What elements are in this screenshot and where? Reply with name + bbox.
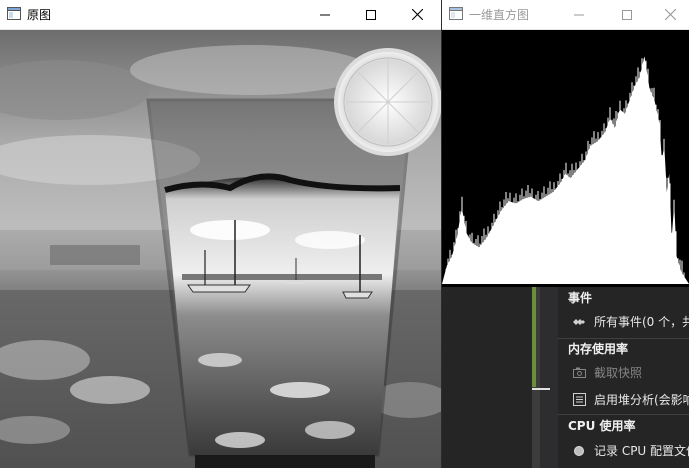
- cpu-header: CPU 使用率: [568, 419, 636, 433]
- maximize-button[interactable]: [607, 0, 647, 29]
- events-header: 事件: [568, 291, 593, 305]
- histogram-plot: [442, 30, 689, 287]
- maximize-icon: [622, 9, 632, 20]
- minimize-icon: [574, 14, 584, 15]
- all-events-item[interactable]: 所有事件(0 个，共: [572, 313, 689, 330]
- divider: [558, 338, 689, 339]
- timeline-marker[interactable]: [532, 388, 550, 390]
- close-button[interactable]: [652, 0, 689, 29]
- events-icon: [572, 315, 586, 329]
- diagnostics-panel: 事件 所有事件(0 个，共 内存使用率 截取快照 启用堆分析(会影响 CPU 使…: [442, 287, 689, 468]
- close-icon: [411, 9, 423, 20]
- maximize-button[interactable]: [348, 0, 394, 29]
- divider: [558, 414, 689, 415]
- title-bar[interactable]: 一维直方图: [442, 0, 689, 30]
- camera-icon: [572, 366, 586, 380]
- all-events-label: 所有事件(0 个，共: [594, 315, 689, 329]
- original-image-window: 原图: [0, 0, 441, 468]
- heap-analysis-label: 启用堆分析(会影响: [594, 393, 689, 407]
- heap-profiling-toggle[interactable]: 启用堆分析(会影响: [572, 391, 689, 408]
- take-snapshot-button[interactable]: 截取快照: [572, 364, 642, 381]
- minimize-button[interactable]: [302, 0, 348, 29]
- timeline-strip[interactable]: [532, 287, 550, 468]
- record-icon: [572, 444, 586, 458]
- snapshot-label: 截取快照: [594, 366, 643, 380]
- window-title: 一维直方图: [469, 8, 530, 22]
- app-window-icon: [7, 7, 21, 20]
- minimize-button[interactable]: [559, 0, 599, 29]
- record-cpu-label: 记录 CPU 配置文件: [594, 444, 689, 458]
- heap-icon: [572, 393, 586, 407]
- maximize-icon: [366, 9, 376, 20]
- app-window-icon: [449, 7, 463, 20]
- original-photo: [0, 30, 441, 468]
- close-button[interactable]: [394, 0, 440, 29]
- diagnostics-main: 事件 所有事件(0 个，共 内存使用率 截取快照 启用堆分析(会影响 CPU 使…: [558, 287, 689, 468]
- window-title: 原图: [27, 8, 52, 22]
- diagnostics-left-pane: [442, 287, 532, 468]
- histogram-window: 一维直方图: [442, 0, 689, 287]
- close-icon: [665, 9, 676, 20]
- minimize-icon: [320, 14, 330, 15]
- histogram-graph: [442, 56, 689, 284]
- memory-header: 内存使用率: [568, 342, 629, 356]
- record-cpu-profile-button[interactable]: 记录 CPU 配置文件: [572, 442, 689, 459]
- title-bar[interactable]: 原图: [0, 0, 441, 30]
- timeline-bar: [532, 287, 536, 387]
